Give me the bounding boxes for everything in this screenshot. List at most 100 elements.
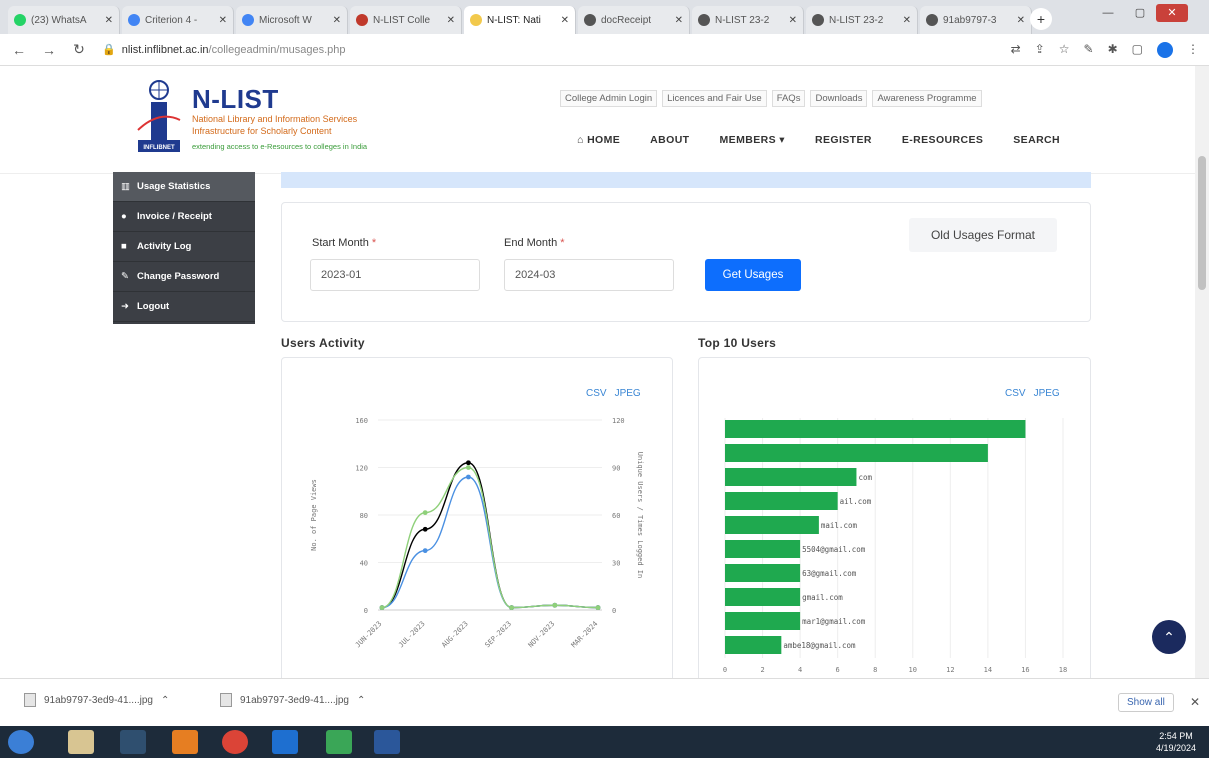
sidebar-item-invoice[interactable]: ● Invoice / Receipt <box>113 202 255 232</box>
url-path: /collegeadmin/musages.php <box>208 44 346 56</box>
show-all-button[interactable]: Show all <box>1118 693 1174 712</box>
favicon-icon <box>926 14 938 26</box>
browser-tab[interactable]: (23) WhatsA ✕ <box>8 6 120 34</box>
sidebar-item-activity-log[interactable]: ■ Activity Log <box>113 232 255 262</box>
close-tab-icon[interactable]: ✕ <box>903 15 911 26</box>
browser-tab[interactable]: N-LIST 23-2 ✕ <box>692 6 804 34</box>
brand-subtitle-2: Infrastructure for Scholarly Content <box>192 126 332 136</box>
close-tab-icon[interactable]: ✕ <box>561 15 569 26</box>
top-users-chart: 0 2 4 6 8 10 12 14 16 18 com ail.com mail.com 5504@gm… <box>723 418 1067 674</box>
usage-filter-card: Start Month * End Month * Get Usages Old… <box>281 202 1091 322</box>
nav-members[interactable]: MEMBERS ▾ <box>720 134 785 146</box>
data-point <box>509 605 514 611</box>
bar <box>725 492 838 510</box>
browser-tab[interactable]: 91ab9797-3 ✕ <box>920 6 1032 34</box>
maximize-icon[interactable]: ▢ <box>1124 4 1156 22</box>
y2-tick-label: 0 <box>612 607 616 615</box>
favicon-icon <box>698 14 710 26</box>
data-point <box>422 548 428 554</box>
minimize-icon[interactable]: — <box>1092 4 1124 22</box>
puzzle-icon[interactable]: ✱ <box>1108 42 1118 58</box>
word-icon[interactable] <box>374 730 400 754</box>
start-month-input[interactable] <box>310 259 480 291</box>
browser-tab[interactable]: Microsoft W ✕ <box>236 6 348 34</box>
browser-tab[interactable]: N-LIST: Nati ✕ <box>464 6 576 34</box>
browser-tab[interactable]: N-LIST 23-2 ✕ <box>806 6 918 34</box>
top-link-downloads[interactable]: Downloads <box>810 90 868 107</box>
page-scrollbar[interactable] <box>1195 66 1209 678</box>
sidepanel-icon[interactable]: ▢ <box>1132 42 1143 58</box>
close-tab-icon[interactable]: ✕ <box>675 15 683 26</box>
main-nav: ⌂ HOME ABOUT MEMBERS ▾ REGISTER E-RESOUR… <box>577 134 1060 146</box>
explorer-icon[interactable] <box>68 730 94 754</box>
nav-about[interactable]: ABOUT <box>650 134 689 146</box>
sidebar-item-change-password[interactable]: ✎ Change Password <box>113 262 255 292</box>
reload-icon[interactable]: ↻ <box>68 41 90 58</box>
users-activity-chart: 0 0 40 30 80 60 120 90 160 120 No. of Page Views Un… <box>310 417 644 649</box>
translate-icon[interactable]: ⇄ <box>1011 42 1021 58</box>
window-controls: — ▢ ✕ <box>1092 4 1209 28</box>
top-link-awareness[interactable]: Awareness Programme <box>872 90 982 107</box>
sidebar-item-usage-statistics[interactable]: ▥ Usage Statistics <box>113 172 255 202</box>
close-tab-icon[interactable]: ✕ <box>105 15 113 26</box>
download-item[interactable]: 91ab9797-3ed9-41....jpg ⌃ <box>24 693 169 707</box>
data-point <box>422 526 428 532</box>
top-users-title: Top 10 Users <box>698 336 777 350</box>
y2-tick-label: 30 <box>612 560 620 568</box>
nav-register[interactable]: REGISTER <box>815 134 872 146</box>
chevron-up-icon[interactable]: ⌃ <box>161 695 169 706</box>
end-month-input[interactable] <box>504 259 674 291</box>
sidebar-item-logout[interactable]: ➜ Logout <box>113 292 255 322</box>
url-field[interactable]: 🔒 nlist.inflibnet.ac.in/collegeadmin/musa… <box>102 43 952 56</box>
file-icon <box>220 693 232 707</box>
close-tab-icon[interactable]: ✕ <box>333 15 341 26</box>
nav-home[interactable]: ⌂ HOME <box>577 134 620 146</box>
top-link-faqs[interactable]: FAQs <box>771 90 806 107</box>
close-tab-icon[interactable]: ✕ <box>219 15 227 26</box>
new-tab-button[interactable]: + <box>1030 8 1052 30</box>
scrollbar-thumb[interactable] <box>1198 156 1206 290</box>
forward-icon[interactable]: → <box>38 42 60 58</box>
bar <box>725 588 801 606</box>
scroll-to-top-button[interactable]: ⌃ <box>1152 620 1186 654</box>
top-link-licences[interactable]: Licences and Fair Use <box>662 90 767 107</box>
chrome-icon[interactable] <box>222 730 248 754</box>
nav-search[interactable]: SEARCH <box>1013 134 1060 146</box>
menu-icon[interactable]: ⋮ <box>1187 42 1199 58</box>
browser-tab[interactable]: Criterion 4 - ✕ <box>122 6 234 34</box>
close-tab-icon[interactable]: ✕ <box>1017 15 1025 26</box>
back-icon[interactable]: ← <box>8 42 30 58</box>
app-icon[interactable] <box>172 730 198 754</box>
excel-icon[interactable] <box>326 730 352 754</box>
browser-tab[interactable]: docReceipt ✕ <box>578 6 690 34</box>
tab-title: N-LIST Colle <box>373 14 431 26</box>
browser-tab[interactable]: N-LIST Colle ✕ <box>350 6 462 34</box>
old-usages-format-button[interactable]: Old Usages Format <box>909 218 1057 252</box>
start-icon[interactable] <box>8 730 34 754</box>
browser-toolbar: ⇄ ⇪ ☆ ✎ ✱ ▢ ⋮ <box>1011 42 1199 58</box>
media-player-icon[interactable] <box>120 730 146 754</box>
extension-icon[interactable]: ✎ <box>1084 42 1094 58</box>
favicon-icon <box>812 14 824 26</box>
brand-name[interactable]: N-LIST <box>192 84 279 115</box>
profile-avatar[interactable] <box>1157 42 1173 58</box>
star-icon[interactable]: ☆ <box>1059 42 1070 58</box>
download-item[interactable]: 91ab9797-3ed9-41....jpg ⌃ <box>220 693 365 707</box>
nav-e-resources[interactable]: E-RESOURCES <box>902 134 983 146</box>
y-tick-label: 80 <box>360 512 368 520</box>
bar-label: com <box>858 473 872 482</box>
close-window-icon[interactable]: ✕ <box>1156 4 1188 22</box>
end-month-label: End Month * <box>504 237 565 249</box>
share-icon[interactable]: ⇪ <box>1035 42 1045 58</box>
y2-tick-label: 60 <box>612 512 620 520</box>
chevron-up-icon[interactable]: ⌃ <box>357 695 365 706</box>
close-tab-icon[interactable]: ✕ <box>789 15 797 26</box>
ie-icon[interactable] <box>272 730 298 754</box>
top-link-admin-login[interactable]: College Admin Login <box>560 90 658 107</box>
close-tab-icon[interactable]: ✕ <box>447 15 455 26</box>
get-usages-button[interactable]: Get Usages <box>705 259 801 291</box>
close-downloads-icon[interactable]: ✕ <box>1190 695 1200 709</box>
sidebar-item-label: Invoice / Receipt <box>137 211 212 222</box>
home-icon: ⌂ <box>577 134 588 146</box>
clock[interactable]: 2:54 PM 4/19/2024 <box>1156 730 1196 754</box>
